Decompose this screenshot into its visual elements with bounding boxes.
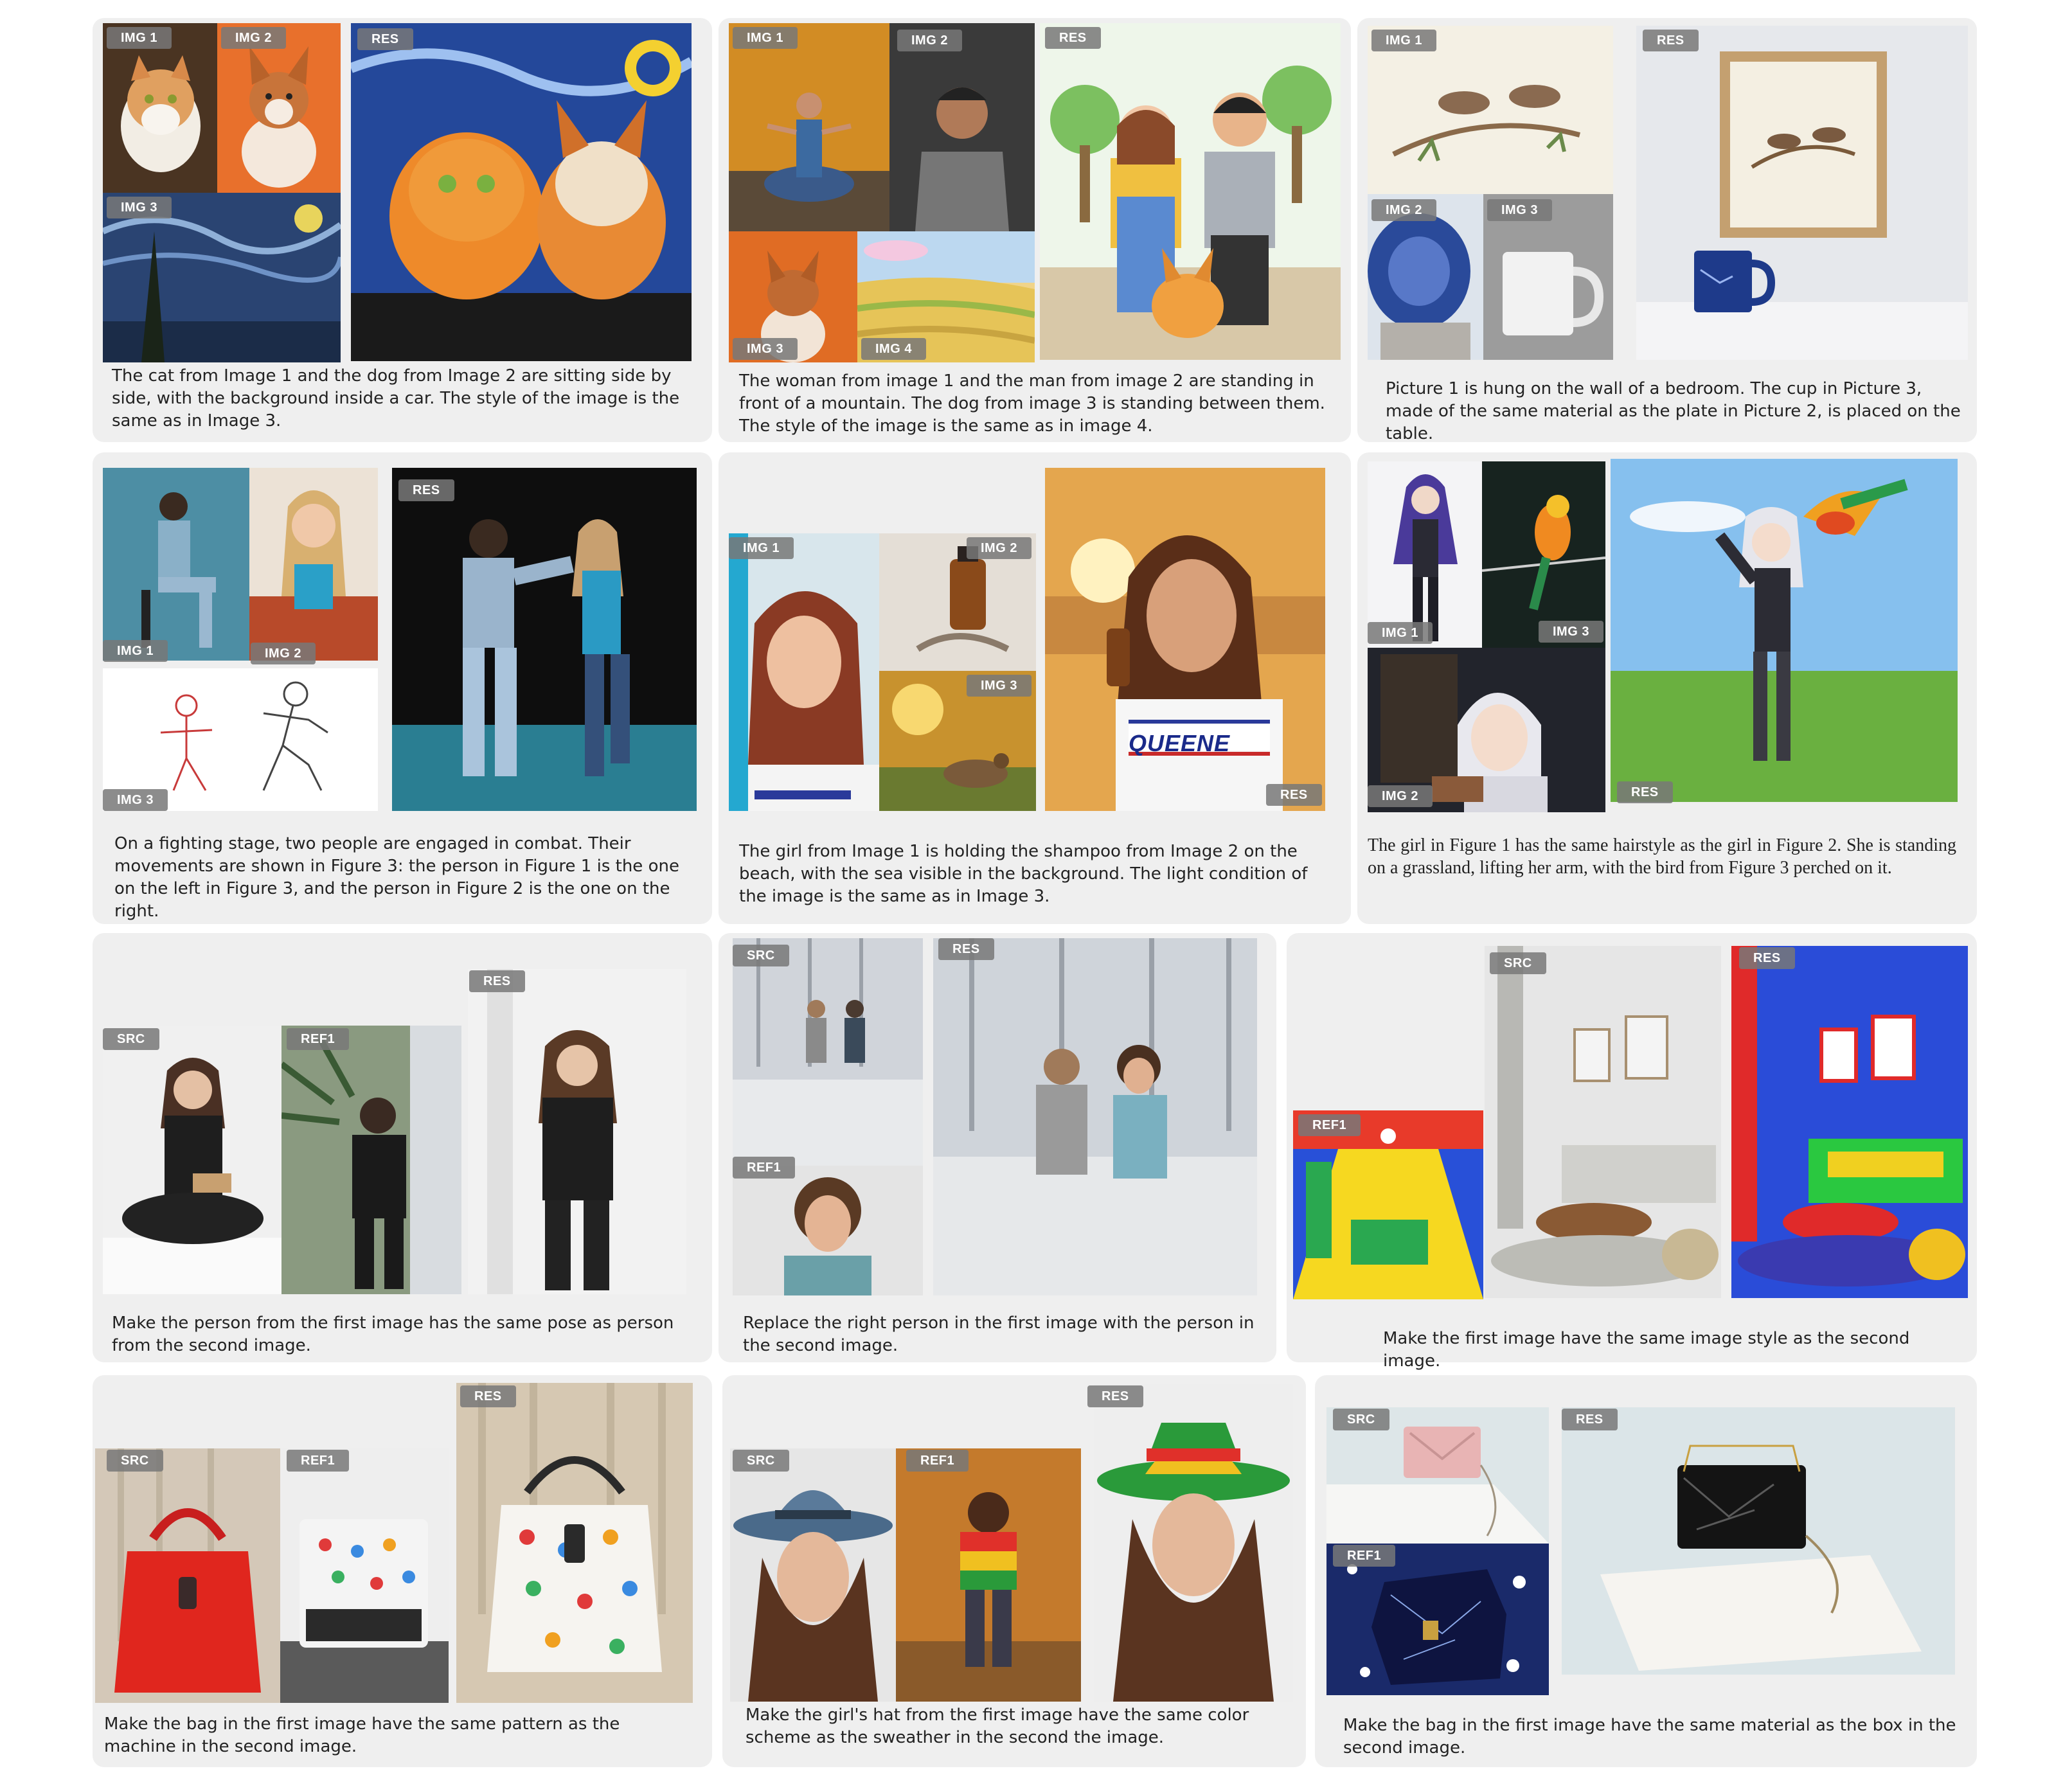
caption-10: Make the bag in the first image have the… — [104, 1714, 620, 1756]
tag-img1: IMG 1 — [107, 27, 172, 49]
caption-6: The girl in Figure 1 has the same hairst… — [1368, 835, 1956, 878]
tag-res: RES — [1617, 781, 1673, 803]
caption-5: The girl from Image 1 is holding the sha… — [739, 842, 1308, 906]
anime-girl-purple-hair — [1368, 461, 1482, 648]
result-pose-transfer — [468, 969, 686, 1294]
caption-9: Make the first image have the same image… — [1383, 1329, 1910, 1371]
tag-res: RES — [1045, 27, 1101, 49]
tag-src: SRC — [1333, 1409, 1389, 1430]
result-framed-print-room — [1636, 26, 1968, 360]
tag-res: RES — [398, 479, 454, 501]
tag-res: RES — [1643, 30, 1699, 51]
result-couple-corgi-drawing — [1040, 23, 1341, 360]
caption-1: The cat from Image 1 and the dog from Im… — [112, 366, 680, 431]
tag-img1: IMG 1 — [1371, 30, 1436, 51]
parrot-on-wire — [1482, 461, 1605, 648]
tag-img2: IMG 2 — [967, 537, 1032, 559]
tag-img2: IMG 2 — [1368, 785, 1433, 807]
tag-ref1: REF1 — [287, 1450, 350, 1472]
tag-res: RES — [357, 28, 413, 50]
curly-hair-man-ref — [733, 1166, 923, 1295]
person-reading-src — [103, 1026, 281, 1294]
tag-img3: IMG 3 — [733, 338, 798, 360]
caption-11: Make the girl's hat from the first image… — [746, 1705, 1249, 1747]
tag-res: RES — [469, 970, 525, 992]
caption-8: Replace the right person in the first im… — [743, 1313, 1255, 1355]
man-sunglasses-stool — [103, 468, 249, 661]
tag-res: RES — [1562, 1409, 1618, 1430]
woman-sitting-autumn — [729, 23, 889, 231]
child-striped-sweater-ref — [896, 1448, 1081, 1702]
tag-img2: IMG 2 — [251, 643, 316, 664]
tag-img2: IMG 2 — [221, 27, 286, 49]
girl-red-hair — [729, 533, 879, 811]
tag-img3: IMG 3 — [967, 675, 1032, 697]
blonde-woman-chair — [249, 468, 378, 661]
caption-4: On a fighting stage, two people are enga… — [114, 834, 679, 921]
tag-src: SRC — [103, 1028, 159, 1050]
shirt-print-text: QUEENE — [1129, 730, 1231, 756]
tag-img1: IMG 1 — [733, 27, 798, 49]
result-girl-beach-shampoo — [1045, 468, 1325, 811]
result-anime-girl-grassland — [1611, 459, 1958, 802]
two-men-office-src — [733, 938, 923, 1166]
tag-res: RES — [938, 938, 994, 960]
caption-2: The woman from image 1 and the man from … — [739, 371, 1325, 436]
caption-12: Make the bag in the first image have the… — [1343, 1716, 1956, 1758]
tag-res: RES — [1739, 947, 1795, 969]
tag-img3: IMG 3 — [107, 197, 172, 218]
result-fighting-stage — [392, 468, 697, 811]
man-palm-ref — [281, 1026, 461, 1294]
tag-ref1: REF1 — [287, 1028, 350, 1050]
red-bag-src — [95, 1448, 280, 1703]
living-room-src — [1485, 946, 1721, 1298]
result-black-marble-bag — [1562, 1407, 1955, 1675]
car-print-toaster-ref — [280, 1448, 449, 1703]
tag-ref1: REF1 — [1333, 1545, 1396, 1567]
tag-res: RES — [1266, 784, 1322, 806]
pop-art-room-ref — [1293, 1110, 1483, 1299]
result-office-swap — [933, 938, 1257, 1295]
result-rainbow-hat — [1094, 1384, 1293, 1702]
tag-res: RES — [460, 1385, 516, 1407]
tag-src: SRC — [107, 1450, 163, 1472]
tag-img3: IMG 3 — [1487, 199, 1552, 221]
tag-img1: IMG 1 — [103, 640, 168, 662]
result-car-print-bag — [456, 1383, 693, 1703]
result-cat-dog-car — [351, 23, 692, 361]
tag-ref1: REF1 — [1298, 1114, 1361, 1136]
result-pop-art-living-room — [1731, 946, 1968, 1298]
tag-img4: IMG 4 — [861, 338, 926, 360]
tag-img1: IMG 1 — [1368, 622, 1433, 644]
tag-src: SRC — [733, 945, 789, 966]
caption-3: Picture 1 is hung on the wall of a bedro… — [1386, 379, 1961, 443]
tag-src: SRC — [733, 1450, 789, 1472]
tag-img3: IMG 3 — [103, 789, 168, 811]
tag-img3: IMG 3 — [1539, 621, 1603, 643]
tag-res: RES — [1087, 1385, 1143, 1407]
tag-img1: IMG 1 — [729, 537, 794, 559]
tag-ref1: REF1 — [906, 1450, 969, 1472]
tag-ref1: REF1 — [733, 1157, 796, 1179]
woman-blue-hat-src — [730, 1448, 896, 1702]
tag-img2: IMG 2 — [897, 30, 962, 51]
man-grey-tshirt — [889, 23, 1035, 231]
tag-src: SRC — [1490, 952, 1546, 974]
tag-img2: IMG 2 — [1371, 199, 1436, 221]
caption-7: Make the person from the first image has… — [112, 1313, 674, 1355]
